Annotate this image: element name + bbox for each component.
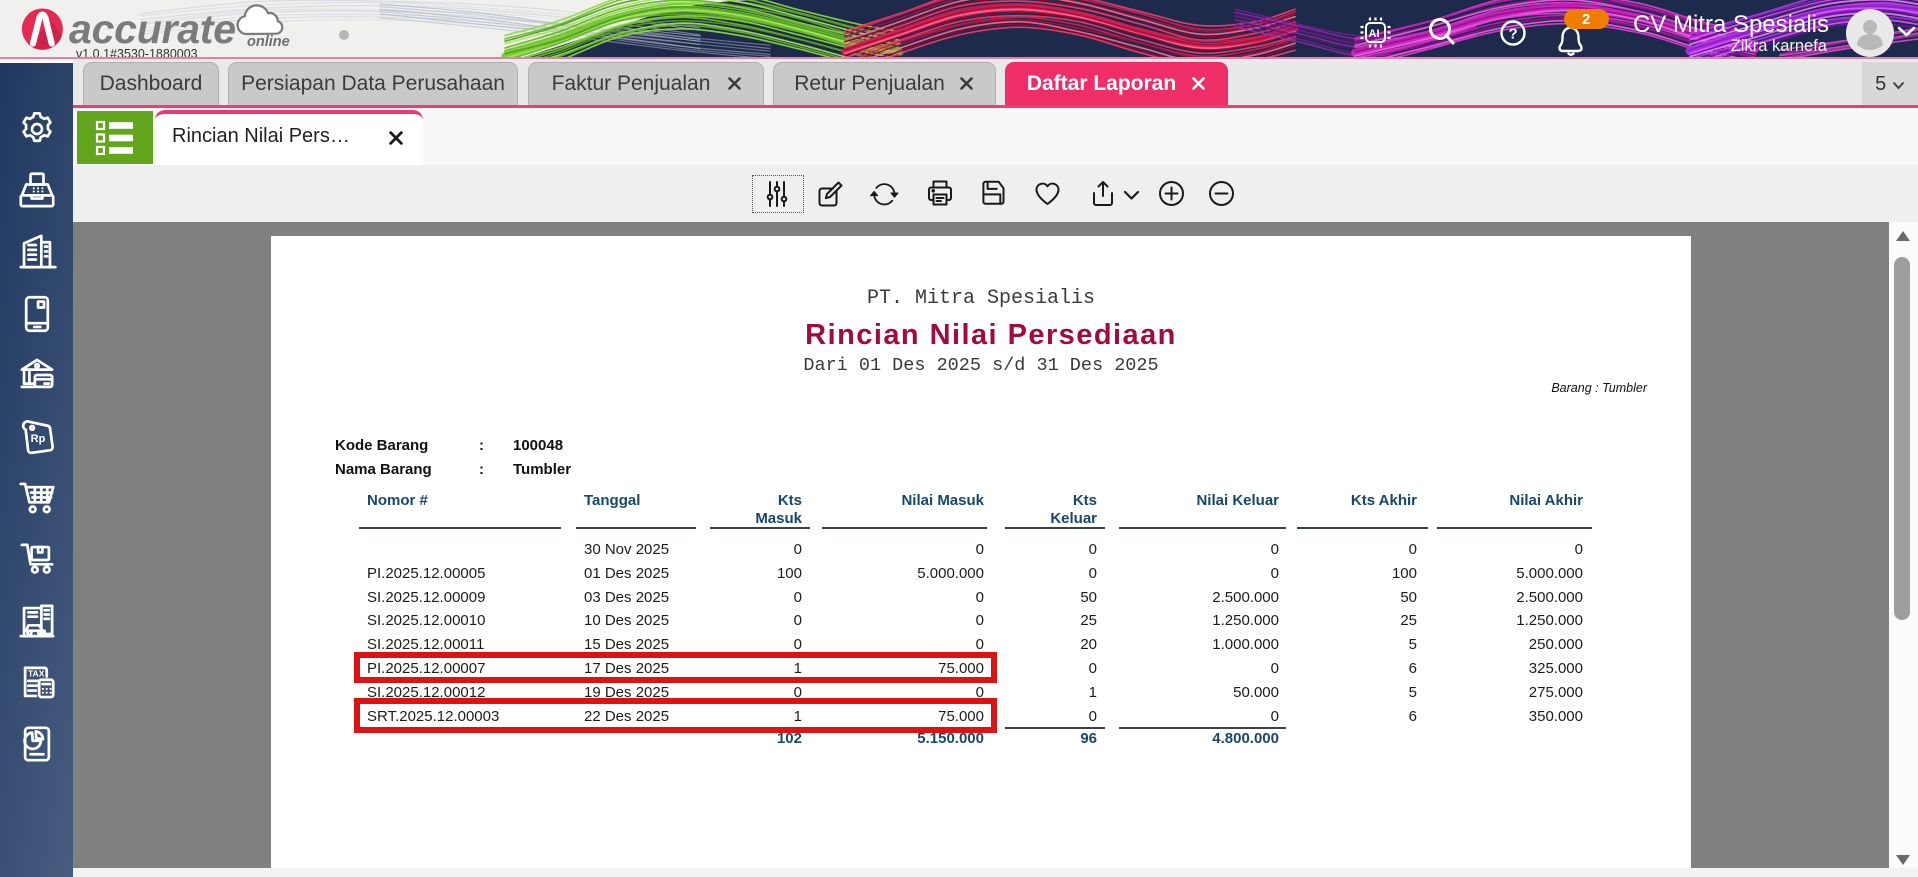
svg-text:2: 2 bbox=[1582, 11, 1590, 28]
svg-text:CV Mitra Spesialis: CV Mitra Spesialis bbox=[1633, 11, 1829, 38]
svg-text:online: online bbox=[247, 34, 290, 50]
svg-text:?: ? bbox=[1509, 26, 1518, 43]
svg-text:Rp: Rp bbox=[31, 433, 46, 445]
svg-text:TAX: TAX bbox=[28, 668, 45, 678]
svg-text:Zikra karnefa: Zikra karnefa bbox=[1731, 37, 1828, 55]
svg-text:AI: AI bbox=[1369, 28, 1380, 40]
svg-text:accurate: accurate bbox=[69, 6, 236, 52]
